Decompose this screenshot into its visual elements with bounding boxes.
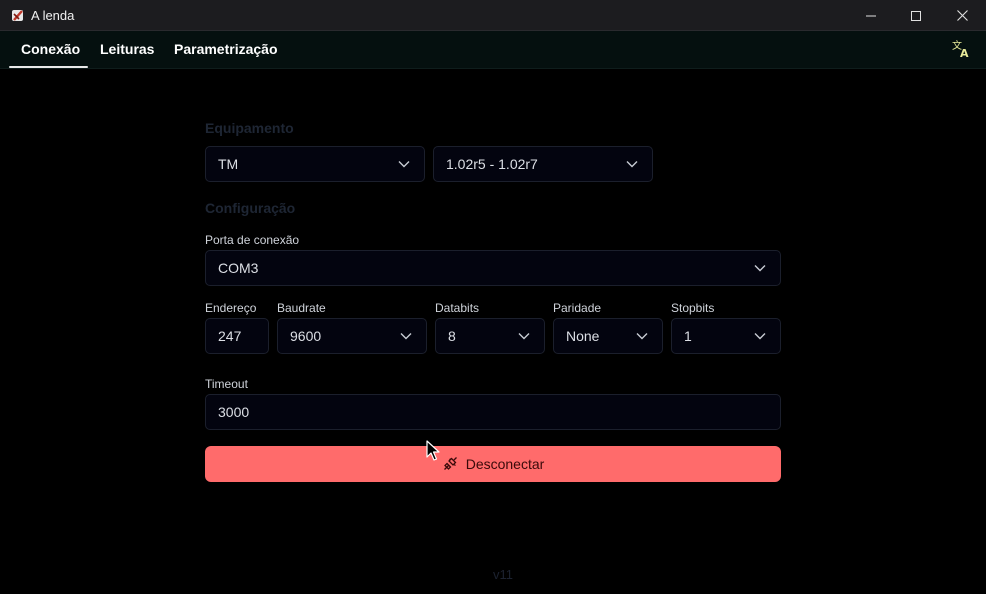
app-logo-icon — [12, 10, 23, 21]
plug-disconnect-icon — [443, 457, 457, 470]
tab-leituras[interactable]: Leituras — [100, 41, 154, 57]
address-input[interactable]: 247 — [205, 318, 269, 354]
timeout-value: 3000 — [218, 404, 250, 420]
baudrate-select[interactable]: 9600 — [277, 318, 427, 354]
tab-parametrizacao[interactable]: Parametrização — [174, 41, 278, 57]
mouse-cursor-icon — [426, 440, 440, 461]
chevron-down-icon — [518, 333, 530, 340]
port-select[interactable]: COM3 — [205, 250, 781, 286]
equipment-model-select[interactable]: TM — [205, 146, 425, 182]
firmware-select[interactable]: 1.02r5 - 1.02r7 — [433, 146, 653, 182]
maximize-button[interactable] — [893, 0, 939, 31]
config-section-title: Configuração — [205, 200, 296, 216]
port-value: COM3 — [218, 260, 259, 276]
parity-select[interactable]: None — [553, 318, 663, 354]
svg-text:A: A — [960, 47, 969, 59]
version-label: v11 — [493, 567, 513, 582]
disconnect-button[interactable]: Desconectar — [205, 446, 781, 482]
databits-value: 8 — [448, 328, 456, 344]
active-tab-indicator — [9, 66, 88, 68]
equipment-section-title: Equipamento — [205, 120, 294, 136]
stopbits-label: Stopbits — [671, 301, 715, 315]
equipment-model-value: TM — [218, 156, 239, 172]
translate-icon[interactable]: 文 A — [951, 39, 971, 59]
stopbits-select[interactable]: 1 — [671, 318, 781, 354]
stopbits-value: 1 — [684, 328, 692, 344]
minimize-button[interactable] — [848, 0, 894, 31]
address-value: 247 — [218, 328, 242, 344]
chevron-down-icon — [754, 265, 766, 272]
close-button[interactable] — [939, 0, 985, 31]
parity-value: None — [566, 328, 600, 344]
chevron-down-icon — [626, 161, 638, 168]
maximize-icon — [911, 10, 921, 21]
disconnect-label: Desconectar — [465, 456, 545, 472]
chevron-down-icon — [398, 161, 410, 168]
databits-select[interactable]: 8 — [435, 318, 545, 354]
timeout-label: Timeout — [205, 377, 248, 391]
chevron-down-icon — [400, 333, 412, 340]
minimize-icon — [866, 15, 876, 16]
close-icon — [956, 10, 968, 21]
tab-conexao[interactable]: Conexão — [21, 41, 80, 57]
tab-bar: Conexão Leituras Parametrização 文 A — [0, 31, 986, 69]
port-label: Porta de conexão — [205, 233, 300, 247]
firmware-value: 1.02r5 - 1.02r7 — [446, 156, 538, 172]
parity-label: Paridade — [553, 301, 602, 315]
address-label: Endereço — [205, 301, 257, 315]
databits-label: Databits — [435, 301, 480, 315]
baudrate-label: Baudrate — [277, 301, 326, 315]
window-title: A lenda — [31, 8, 75, 23]
chevron-down-icon — [636, 333, 648, 340]
title-bar: A lenda — [0, 0, 986, 31]
timeout-input[interactable]: 3000 — [205, 394, 781, 430]
chevron-down-icon — [754, 333, 766, 340]
baudrate-value: 9600 — [290, 328, 322, 344]
